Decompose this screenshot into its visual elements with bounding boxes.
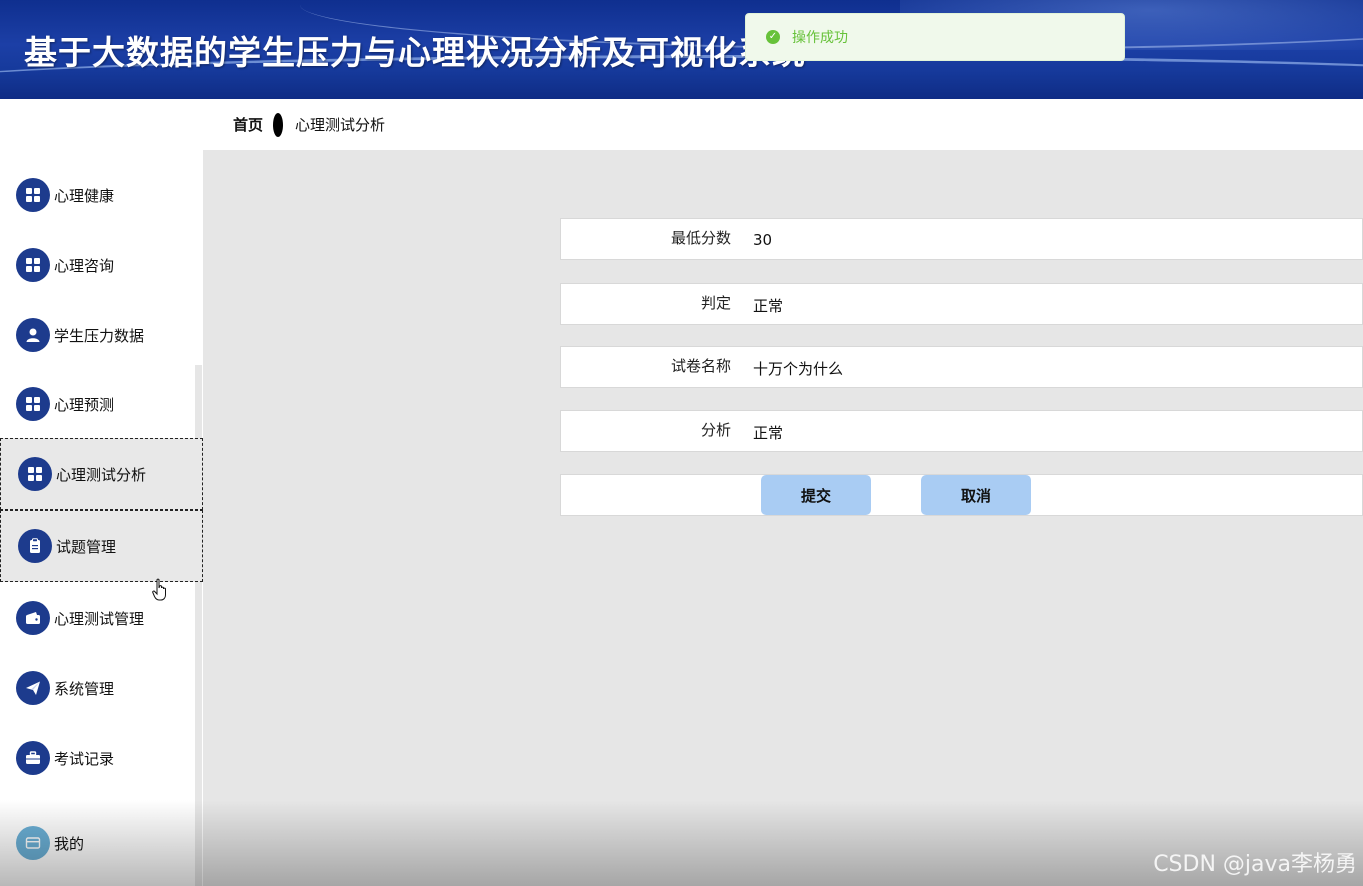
sidebar-item-label: 心理预测 <box>54 395 115 414</box>
check-circle-icon: ✓ <box>766 30 780 44</box>
sidebar-item-counseling[interactable]: 心理咨询 <box>0 230 203 300</box>
sidebar-item-label: 心理测试管理 <box>54 609 145 628</box>
sidebar-item-stress-data[interactable]: 学生压力数据 <box>0 300 203 370</box>
form-row-min-score: 最低分数 30 <box>560 218 1363 260</box>
field-label: 判定 <box>700 293 731 312</box>
paper-name-field[interactable]: 十万个为什么 <box>753 358 843 379</box>
min-score-field[interactable]: 30 <box>753 231 772 249</box>
breadcrumb-separator <box>273 112 284 137</box>
sidebar-item-label: 我的 <box>54 834 85 853</box>
field-label: 试卷名称 <box>670 356 731 375</box>
form-row-paper-name: 试卷名称 十万个为什么 <box>560 346 1363 388</box>
field-label: 最低分数 <box>670 228 731 247</box>
breadcrumb-current: 心理测试分析 <box>295 116 386 134</box>
paper-plane-icon <box>16 671 50 705</box>
sidebar-item-label: 系统管理 <box>54 679 115 698</box>
success-toast: ✓ 操作成功 <box>745 13 1125 61</box>
breadcrumb: 首页 心理测试分析 <box>203 99 1363 150</box>
cancel-button[interactable]: 取消 <box>921 475 1031 515</box>
sidebar-item-label: 考试记录 <box>54 749 115 768</box>
watermark: CSDN @java李杨勇 <box>1153 852 1357 877</box>
sidebar-item-mental-health[interactable]: 心理健康 <box>0 160 203 230</box>
analysis-field[interactable]: 正常 <box>753 422 783 443</box>
form-row-analysis: 分析 正常 <box>560 410 1363 452</box>
sidebar-item-label: 心理测试分析 <box>56 465 147 484</box>
sidebar-item-label: 试题管理 <box>56 537 117 556</box>
toast-message: 操作成功 <box>792 30 848 46</box>
briefcase-icon <box>16 741 50 775</box>
wallet-icon <box>16 601 50 635</box>
sidebar: 心理健康 心理咨询 学生压力数据 心理预测 心理测试分析 试题管理 心理测试管理… <box>0 150 203 886</box>
field-label: 分析 <box>700 420 731 439</box>
sidebar-item-test-management[interactable]: 心理测试管理 <box>0 583 203 653</box>
sidebar-item-label: 学生压力数据 <box>54 326 145 345</box>
sidebar-item-mine[interactable]: 我的 <box>0 808 203 878</box>
submit-button[interactable]: 提交 <box>761 475 871 515</box>
sidebar-item-prediction[interactable]: 心理预测 <box>0 369 203 439</box>
sidebar-item-question-management[interactable]: 试题管理 <box>0 510 203 582</box>
sidebar-item-exam-records[interactable]: 考试记录 <box>0 723 203 793</box>
grid-icon <box>16 248 50 282</box>
grid-icon <box>16 387 50 421</box>
breadcrumb-home[interactable]: 首页 <box>233 114 263 135</box>
card-icon <box>16 826 50 860</box>
sidebar-item-label: 心理健康 <box>54 186 115 205</box>
user-icon <box>16 318 50 352</box>
sidebar-item-system-management[interactable]: 系统管理 <box>0 653 203 723</box>
grid-icon <box>18 457 52 491</box>
main-content <box>203 150 1363 886</box>
clipboard-icon <box>18 529 52 563</box>
judgement-field[interactable]: 正常 <box>753 295 783 316</box>
hand-cursor-icon <box>152 578 166 601</box>
app-title: 基于大数据的学生压力与心理状况分析及可视化系统 <box>24 33 806 72</box>
app-header: 基于大数据的学生压力与心理状况分析及可视化系统 <box>0 0 1363 99</box>
grid-icon <box>16 178 50 212</box>
sidebar-item-test-analysis[interactable]: 心理测试分析 <box>0 438 203 510</box>
sidebar-item-label: 心理咨询 <box>54 256 115 275</box>
form-row-judgement: 判定 正常 <box>560 283 1363 325</box>
